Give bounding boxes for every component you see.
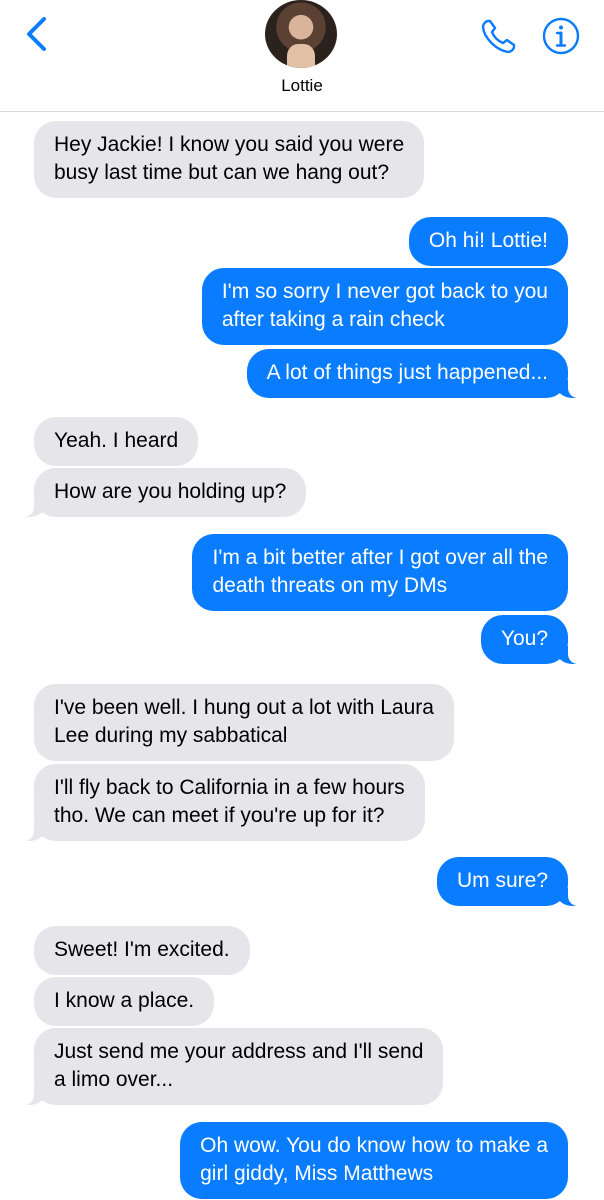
back-button[interactable]: [18, 14, 54, 54]
message-line: Yeah. I heard: [54, 429, 179, 452]
contact-avatar[interactable]: [265, 0, 337, 68]
outgoing-message[interactable]: I'm a bit better after I got over all th…: [192, 534, 568, 611]
message-line: You?: [500, 627, 548, 650]
incoming-message[interactable]: Yeah. I heard: [34, 417, 199, 466]
outgoing-message[interactable]: A lot of things just happened...: [246, 349, 579, 398]
message-line: Oh hi! Lottie!: [428, 229, 548, 252]
message-line: busy last time but can we hang out?: [54, 161, 390, 184]
info-icon: [542, 17, 580, 55]
outgoing-message[interactable]: Oh wow. You do know how to make a girl g…: [180, 1122, 568, 1199]
message-line: I'll fly back to California in a few hou…: [54, 776, 405, 799]
message-line: I'm so sorry I never got back to you: [221, 280, 548, 303]
message-line: I've been well. I hung out a lot with La…: [54, 696, 434, 719]
outgoing-message[interactable]: I'm so sorry I never got back to you aft…: [201, 268, 568, 345]
message-line: A lot of things just happened...: [266, 361, 548, 384]
outgoing-message[interactable]: You?: [480, 615, 579, 664]
contact-name[interactable]: Lottie: [0, 76, 604, 96]
phone-icon: [481, 19, 516, 54]
incoming-message[interactable]: Sweet! I'm excited.: [34, 926, 250, 975]
incoming-message[interactable]: Just send me your address and I'll send …: [23, 1028, 444, 1105]
message-line: girl giddy, Miss Matthews: [200, 1162, 434, 1185]
message-line: Sweet! I'm excited.: [54, 938, 230, 961]
outgoing-message[interactable]: Um sure?: [436, 857, 579, 906]
message-line: I'm a bit better after I got over all th…: [212, 546, 548, 569]
message-thread[interactable]: Hey Jackie! I know you said you were bus…: [0, 0, 604, 1200]
call-button[interactable]: [479, 16, 519, 56]
message-line: Oh wow. You do know how to make a: [200, 1134, 548, 1157]
message-line: a limo over...: [54, 1068, 174, 1091]
message-line: Um sure?: [456, 869, 548, 892]
incoming-message[interactable]: How are you holding up?: [23, 468, 307, 517]
outgoing-message[interactable]: Oh hi! Lottie!: [408, 217, 568, 266]
incoming-message[interactable]: I've been well. I hung out a lot with La…: [34, 684, 454, 761]
message-line: Hey Jackie! I know you said you were: [54, 133, 405, 156]
message-line: death threats on my DMs: [212, 574, 448, 597]
incoming-message[interactable]: I'll fly back to California in a few hou…: [24, 764, 425, 841]
message-line: Lee during my sabbatical: [54, 724, 288, 747]
chevron-left-icon: [27, 17, 46, 51]
message-line: I know a place.: [54, 989, 195, 1012]
info-button[interactable]: [541, 16, 581, 56]
message-line: tho. We can meet if you're up for it?: [54, 804, 385, 827]
message-line: after taking a rain check: [221, 308, 445, 331]
message-line: Just send me your address and I'll send: [54, 1040, 424, 1063]
incoming-message[interactable]: I know a place.: [34, 977, 215, 1026]
message-line: How are you holding up?: [54, 480, 287, 503]
incoming-message[interactable]: Hey Jackie! I know you said you were bus…: [34, 121, 425, 198]
conversation-header: Lottie: [0, 0, 604, 112]
